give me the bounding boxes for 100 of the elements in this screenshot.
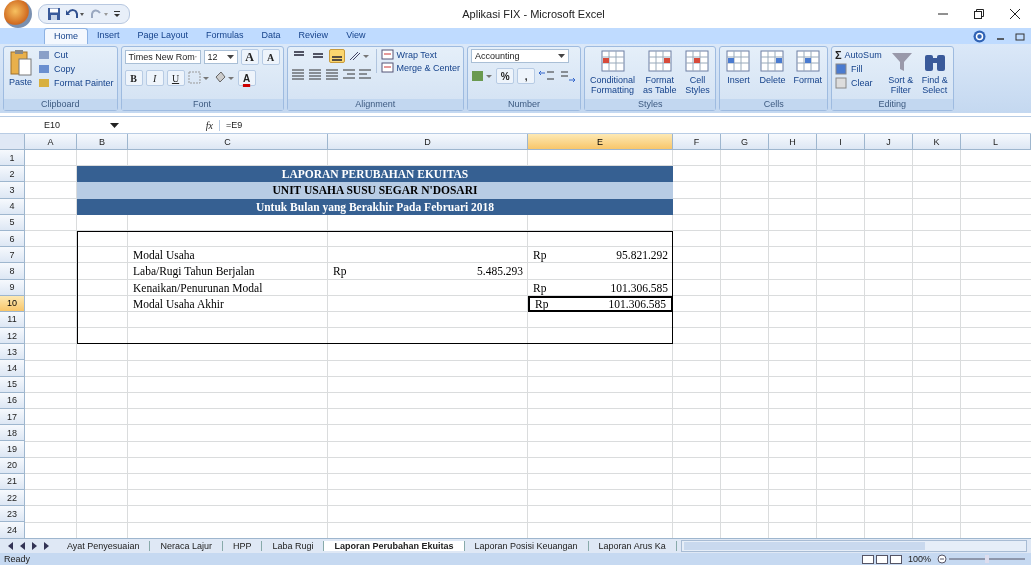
restore-icon[interactable]: [973, 8, 985, 20]
toolbar-button[interactable]: Σ AutoSum: [835, 49, 882, 61]
decrease-decimal-icon[interactable]: [559, 69, 578, 83]
dropdown-icon[interactable]: [110, 122, 119, 128]
group-label: Editing: [832, 99, 953, 110]
row-header[interactable]: 12: [0, 328, 25, 345]
sheet-tab[interactable]: Laporan Posisi Keuangan: [464, 541, 589, 551]
office-button[interactable]: [4, 0, 32, 28]
column-header[interactable]: G: [721, 134, 769, 150]
name-box[interactable]: E10: [0, 120, 110, 130]
orientation-icon[interactable]: [347, 49, 370, 63]
shrink-font-button[interactable]: A: [261, 49, 280, 65]
customize-icon[interactable]: [113, 9, 121, 19]
align-button[interactable]: [328, 49, 345, 63]
save-icon[interactable]: [47, 7, 61, 21]
undo-icon[interactable]: [65, 7, 85, 21]
align-icon: [311, 51, 324, 61]
column-header[interactable]: A: [25, 134, 77, 150]
zoom-slider-icon[interactable]: [937, 554, 1027, 564]
column-header[interactable]: E: [528, 134, 673, 150]
column-header[interactable]: L: [961, 134, 1031, 150]
sheet-tab[interactable]: Laporan Perubahan Ekuitas: [324, 541, 465, 551]
toolbar-button[interactable]: Fill: [835, 63, 882, 75]
column-header[interactable]: D: [328, 134, 528, 150]
align-icon[interactable]: [324, 68, 339, 80]
column-header[interactable]: F: [673, 134, 721, 150]
tool-icon: [38, 63, 51, 75]
column-header[interactable]: C: [128, 134, 328, 150]
row-header[interactable]: 17: [0, 409, 25, 426]
align-icon[interactable]: [307, 68, 322, 80]
column-header[interactable]: J: [865, 134, 913, 150]
indent-icon[interactable]: [341, 68, 372, 80]
font-style-button[interactable]: I: [145, 70, 164, 86]
zoom-level: 100%: [907, 554, 931, 564]
row-header[interactable]: 13: [0, 344, 25, 361]
paste-button[interactable]: Paste: [7, 49, 34, 87]
group-label: Clipboard: [4, 99, 117, 110]
number-style-button[interactable]: %: [496, 68, 515, 84]
number-style-button[interactable]: ,: [517, 68, 536, 84]
font-size-field[interactable]: 12: [203, 50, 238, 64]
ribbon-tab[interactable]: Page Layout: [128, 28, 198, 44]
currency-label: Rp: [333, 265, 347, 278]
view-icon[interactable]: [861, 554, 902, 564]
row-header[interactable]: 18: [0, 425, 25, 442]
number-format-field[interactable]: Accounting: [471, 49, 570, 63]
row-header[interactable]: 2: [0, 166, 25, 183]
ribbon-tab[interactable]: Home: [44, 28, 88, 44]
group-label: Styles: [585, 99, 716, 110]
row-header[interactable]: 7: [0, 247, 25, 264]
ribbon-tab[interactable]: Insert: [88, 28, 129, 44]
sheet-tab[interactable]: Neraca Lajur: [150, 541, 223, 551]
toolbar-button[interactable]: Copy: [38, 63, 114, 75]
ribbon-tab[interactable]: Data: [252, 28, 290, 44]
row-header[interactable]: 1: [0, 150, 25, 167]
font-color-button[interactable]: A: [237, 70, 256, 86]
ribbon-button[interactable]: Find & Select: [919, 49, 950, 95]
sheet-tab[interactable]: HPP: [222, 541, 263, 551]
toolbar-button[interactable]: Format Painter: [38, 77, 114, 89]
ribbon-button[interactable]: Conditional Formatting: [588, 49, 638, 95]
ribbon-button[interactable]: Insert: [723, 49, 754, 85]
font-style-button[interactable]: B: [124, 70, 143, 86]
formula-field[interactable]: =E9: [220, 120, 243, 130]
column-header[interactable]: K: [913, 134, 961, 150]
ribbon-tab[interactable]: Formulas: [197, 28, 253, 44]
toolbar-button[interactable]: Clear: [835, 77, 882, 89]
grow-font-button[interactable]: A: [240, 49, 259, 65]
table-icon: [794, 49, 821, 75]
help-icon[interactable]: [973, 29, 986, 43]
table-icon: [684, 49, 711, 75]
toolbar-button[interactable]: Wrap Text: [380, 49, 461, 60]
toolbar-button[interactable]: Merge & Center: [380, 62, 461, 73]
row-header[interactable]: 3: [0, 182, 25, 199]
close-icon[interactable]: [1009, 8, 1021, 20]
increase-decimal-icon[interactable]: [538, 69, 557, 83]
ribbon-tab[interactable]: Review: [289, 28, 338, 44]
ribbon-tab[interactable]: View: [337, 28, 375, 44]
ribbon-button[interactable]: Delete: [757, 49, 788, 85]
row-header[interactable]: 14: [0, 360, 25, 377]
ribbon-button[interactable]: Format: [791, 49, 824, 85]
row-header[interactable]: 8: [0, 263, 25, 280]
font-name-field[interactable]: Times New Rom: [124, 50, 201, 64]
column-header[interactable]: B: [77, 134, 128, 150]
sheet-tab[interactable]: Laporan Arus Ka: [588, 541, 677, 551]
function-button[interactable]: fx: [205, 119, 213, 131]
dropdown-icon: [226, 55, 234, 59]
currency-icon[interactable]: [471, 69, 494, 83]
ribbon-button[interactable]: Format as Table: [641, 49, 679, 95]
font-style-button[interactable]: U: [166, 70, 185, 86]
column-header[interactable]: H: [769, 134, 817, 150]
horizontal-scrollbar[interactable]: [680, 540, 1027, 552]
align-icon[interactable]: [290, 68, 305, 80]
tool-icon: [38, 77, 51, 89]
row-header[interactable]: 19: [0, 441, 25, 458]
toolbar-button[interactable]: Cut: [38, 49, 114, 61]
column-header[interactable]: I: [817, 134, 865, 150]
row-header[interactable]: 24: [0, 522, 25, 538]
sheet-tab[interactable]: Ayat Penyesuaian: [57, 541, 151, 551]
ribbon-button[interactable]: Sort & Filter: [885, 49, 916, 95]
row-header[interactable]: 23: [0, 506, 25, 523]
ribbon-button[interactable]: Cell Styles: [682, 49, 713, 95]
